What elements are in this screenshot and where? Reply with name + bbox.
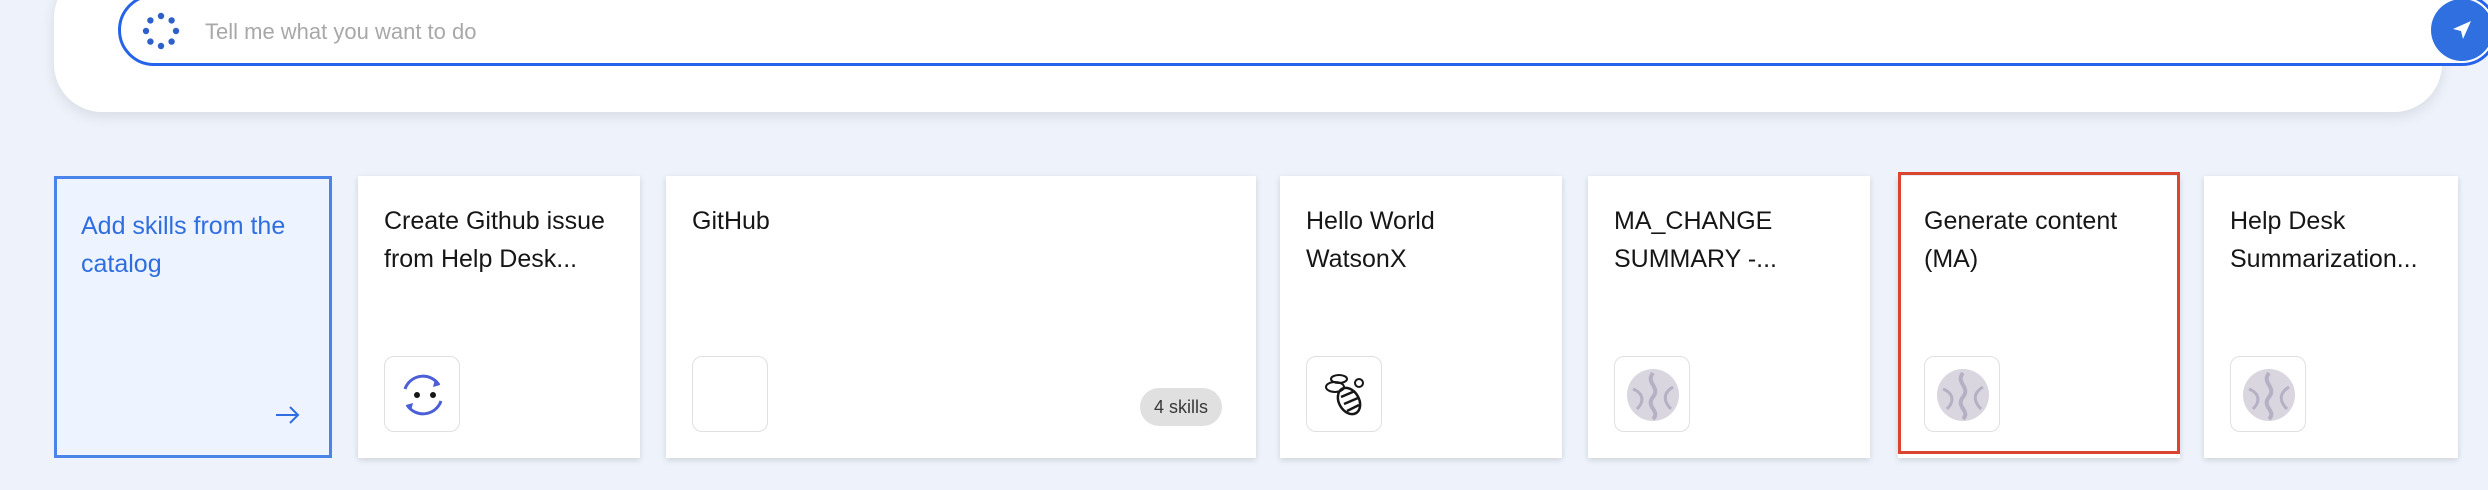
skill-card-title: GitHub [692,207,770,235]
sync-icon [403,374,443,416]
skill-card-title: Create Github issue from Help Desk... [384,207,605,273]
skill-card-icon [384,356,460,432]
skill-card-help-desk-summarization[interactable]: Help Desk Summarization... [2204,176,2458,458]
skill-card-create-github-issue[interactable]: Create Github issue from Help Desk... [358,176,640,458]
arrow-right-icon [276,406,300,424]
add-skills-title: Add skills from the catalog [81,212,286,278]
marble-icon [1627,369,1679,421]
skill-card-title: Help Desk Summarization... [2230,207,2418,273]
prompt-bar [54,0,2488,112]
skill-card-title: Hello World WatsonX [1306,207,1435,273]
skill-card-icon [1924,356,2000,432]
skill-card-ma-change-summary[interactable]: MA_CHANGE SUMMARY -... [1588,176,1870,458]
skill-card-title: MA_CHANGE SUMMARY -... [1614,207,1777,273]
skill-card-icon [1306,356,1382,432]
skill-card-icon [1614,356,1690,432]
marble-icon [2243,369,2295,421]
marble-icon [1937,369,1989,421]
loading-spinner-icon [142,12,180,50]
page: Add skills from the catalog Create Githu… [0,0,2488,490]
skill-card-title: Generate content (MA) [1924,207,2118,273]
prompt-field[interactable] [118,0,2488,66]
blank-icon [692,356,768,432]
send-icon [2453,21,2471,39]
skill-card-hello-world-watsonx[interactable]: Hello World WatsonX [1280,176,1562,458]
add-skills-card[interactable]: Add skills from the catalog [54,176,332,458]
send-button[interactable] [2431,0,2488,61]
skill-card-generate-content-ma[interactable]: Generate content (MA) [1898,176,2180,458]
skills-count-badge: 4 skills [1139,388,1222,426]
prompt-input[interactable] [203,7,2407,57]
bee-icon [1325,374,1364,416]
skill-card-icon [2230,356,2306,432]
skill-card-github[interactable]: GitHub 4 skills [666,176,1256,458]
